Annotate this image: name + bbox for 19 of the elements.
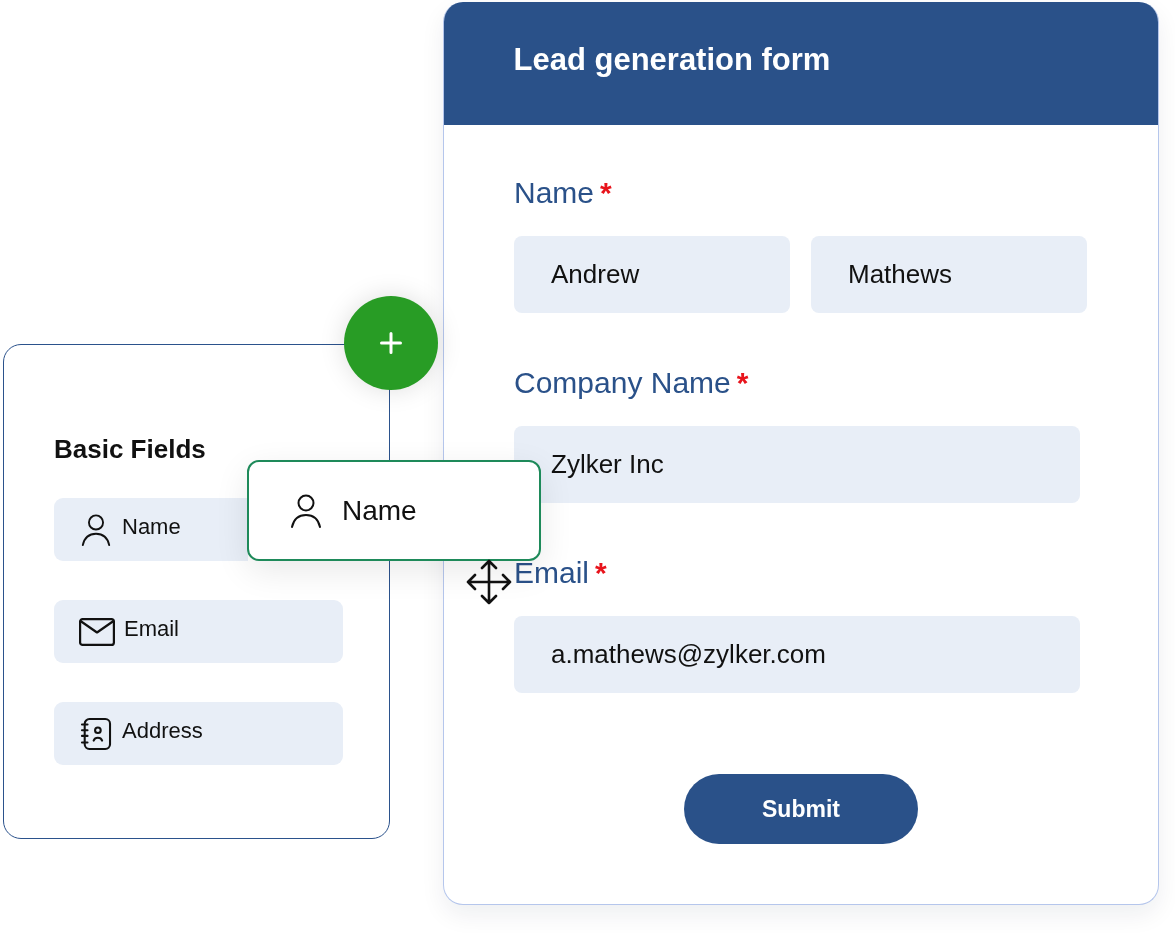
dragged-field-chip[interactable]: Name (247, 460, 541, 561)
field-label: Company Name * (514, 365, 750, 401)
field-type-item[interactable]: Email (54, 600, 343, 663)
text-field[interactable]: Zylker Inc (514, 426, 1080, 503)
plus-icon (380, 332, 402, 354)
envelope-icon (79, 617, 115, 646)
text-field[interactable]: Andrew (514, 236, 790, 313)
text-field[interactable]: a.mathews@zylker.com (514, 616, 1080, 693)
form-title: Lead generation form (513, 40, 831, 79)
palette-title: Basic Fields (54, 434, 207, 464)
submit-button[interactable]: Submit (684, 774, 918, 844)
field-label: Name * (514, 175, 613, 211)
field-type-item[interactable]: Name (54, 498, 248, 561)
text-field[interactable]: Mathews (811, 236, 1087, 313)
person-icon (79, 513, 113, 546)
move-cursor-icon (465, 558, 513, 606)
person-icon (290, 493, 322, 528)
field-type-item[interactable]: Address (54, 702, 343, 765)
address-book-icon (79, 717, 113, 750)
